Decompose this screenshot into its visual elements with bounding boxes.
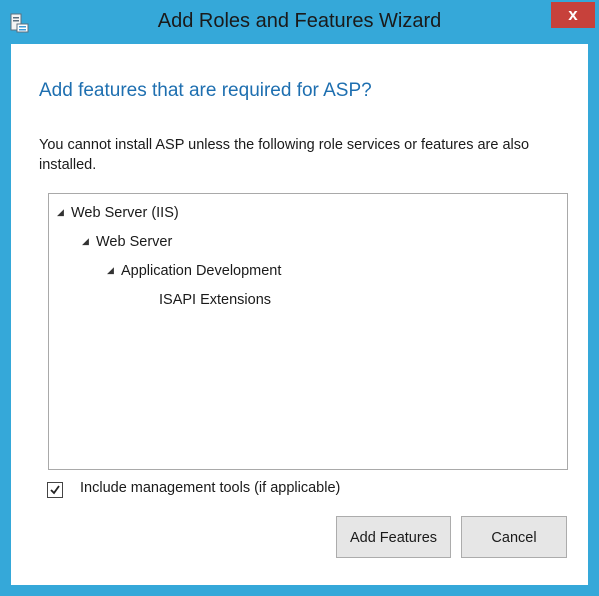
tree-item-label: Web Server: [96, 234, 173, 250]
tree-item-label: Web Server (IIS): [71, 205, 179, 221]
dialog-heading: Add features that are required for ASP?: [39, 80, 372, 101]
tree-item-web-server-iis[interactable]: ◢ Web Server (IIS): [57, 205, 179, 225]
cancel-button[interactable]: Cancel: [461, 516, 567, 558]
include-tools-label: Include management tools (if applicable): [80, 480, 341, 496]
tree-item-isapi-extensions[interactable]: ISAPI Extensions: [159, 292, 271, 312]
window-title: Add Roles and Features Wizard: [157, 10, 442, 32]
tree-item-application-development[interactable]: ◢ Application Development: [107, 263, 281, 283]
tree-item-web-server[interactable]: ◢ Web Server: [82, 234, 172, 254]
title-bar[interactable]: Add Roles and Features Wizard x: [0, 0, 599, 44]
required-features-tree[interactable]: ◢ Web Server (IIS) ◢ Web Server ◢ Applicati…: [48, 193, 568, 470]
close-button[interactable]: x: [551, 2, 595, 28]
dialog-description: You cannot install ASP unless the follow…: [39, 137, 530, 173]
add-features-button[interactable]: Add Features: [336, 516, 451, 558]
include-tools-checkbox[interactable]: [47, 482, 63, 498]
checkmark-icon: [50, 485, 60, 495]
tree-item-label: Application Development: [121, 263, 282, 279]
expand-arrow-icon[interactable]: ◢: [57, 207, 71, 218]
expand-arrow-icon[interactable]: ◢: [82, 236, 96, 247]
wizard-window: Add Roles and Features Wizard x Add feat…: [0, 0, 599, 596]
expand-arrow-icon[interactable]: ◢: [107, 265, 121, 276]
tree-item-label: ISAPI Extensions: [159, 292, 272, 308]
